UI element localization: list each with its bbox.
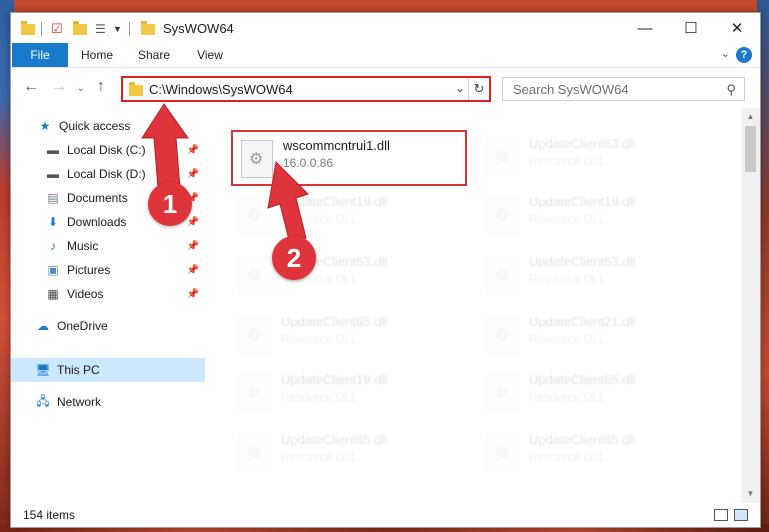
step-1-callout: 1 xyxy=(148,182,192,226)
annotation-arrows xyxy=(141,103,309,245)
arrow-2 xyxy=(267,160,309,245)
step-2-callout: 2 xyxy=(272,236,316,280)
arrow-1 xyxy=(141,103,189,189)
